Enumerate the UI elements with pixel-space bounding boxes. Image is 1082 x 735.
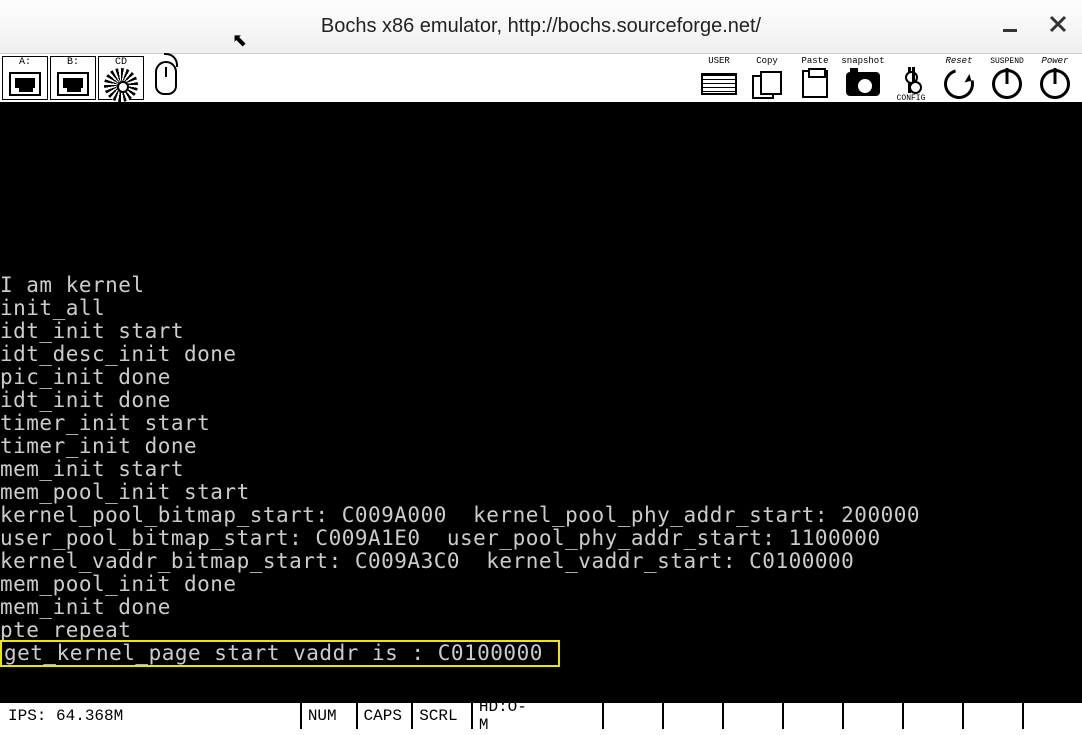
- config-label: CONFIG: [897, 93, 926, 104]
- drive-b-button[interactable]: B:: [50, 56, 96, 100]
- mouse-toggle-button[interactable]: [146, 56, 186, 100]
- camera-icon: [846, 72, 880, 96]
- status-scrl: SCRL: [411, 703, 471, 729]
- status-spacer: [782, 703, 842, 729]
- sliders-icon: [908, 67, 915, 93]
- suspend-button[interactable]: SUSPEND: [984, 56, 1030, 100]
- console-line: timer_init start: [0, 412, 1082, 435]
- drive-a-button[interactable]: A:: [2, 56, 48, 100]
- window-title: Bochs x86 emulator, http://bochs.sourcef…: [321, 15, 761, 38]
- cursor-icon: ⬉: [232, 30, 247, 51]
- console-line: mem_init done: [0, 596, 1082, 619]
- status-hd: HD:O-M: [471, 703, 542, 729]
- status-spacer: [842, 703, 902, 729]
- user-button[interactable]: USER: [696, 56, 742, 100]
- toolbar-right: USER Copy Paste snapshot CONFIG Reset SU…: [696, 54, 1078, 100]
- status-spacer: [542, 703, 602, 729]
- console-line: mem_pool_init start: [0, 481, 1082, 504]
- drive-b-label: B:: [67, 57, 79, 69]
- console-line: mem_pool_init done: [0, 573, 1082, 596]
- paste-label: Paste: [801, 56, 828, 67]
- console-line: init_all: [0, 297, 1082, 320]
- drive-cd-label: CD: [115, 57, 127, 68]
- toolbar: A: B: CD USER Copy Paste snapshot: [0, 54, 1082, 104]
- window-controls: [996, 10, 1072, 38]
- paste-button[interactable]: Paste: [792, 56, 838, 100]
- console-line: idt_init done: [0, 389, 1082, 412]
- console-line: I am kernel: [0, 274, 1082, 297]
- status-spacer: [902, 703, 962, 729]
- status-caps: CAPS: [356, 703, 412, 729]
- console-line-highlighted: get_kernel_page start vaddr is : C010000…: [0, 642, 1082, 667]
- status-num: NUM: [300, 703, 356, 729]
- status-spacer: [1022, 703, 1082, 729]
- console-line: idt_init start: [0, 320, 1082, 343]
- snapshot-label: snapshot: [841, 56, 884, 67]
- copy-icon: [752, 71, 782, 97]
- suspend-label: SUSPEND: [990, 56, 1024, 67]
- power-button[interactable]: Power: [1032, 56, 1078, 100]
- status-ips: IPS: 64.368M: [0, 703, 300, 729]
- cd-icon: [104, 68, 138, 102]
- power-label: Power: [1041, 56, 1068, 67]
- console-line: mem_init start: [0, 458, 1082, 481]
- status-spacers: [542, 703, 1082, 729]
- console-line: idt_desc_init done: [0, 343, 1082, 366]
- close-button[interactable]: [1044, 10, 1072, 38]
- console-line: pic_init done: [0, 366, 1082, 389]
- config-button[interactable]: CONFIG: [888, 56, 934, 100]
- reset-button[interactable]: Reset: [936, 56, 982, 100]
- status-bar: IPS: 64.368M NUM CAPS SCRL HD:O-M: [0, 701, 1082, 729]
- keyboard-icon: [701, 73, 737, 95]
- snapshot-button[interactable]: snapshot: [840, 56, 886, 100]
- reset-label: Reset: [945, 56, 972, 67]
- status-spacer: [602, 703, 662, 729]
- drive-cd-button[interactable]: CD: [98, 56, 144, 100]
- status-spacer: [662, 703, 722, 729]
- paste-icon: [802, 70, 828, 98]
- reset-icon: [939, 63, 980, 104]
- drive-a-label: A:: [19, 57, 31, 69]
- minimize-button[interactable]: [996, 10, 1024, 38]
- status-spacer: [962, 703, 1022, 729]
- user-label: USER: [708, 56, 730, 67]
- console-line: kernel_pool_bitmap_start: C009A000 kerne…: [0, 504, 1082, 527]
- mouse-icon: [155, 61, 177, 95]
- window-titlebar: ⬉ Bochs x86 emulator, http://bochs.sourc…: [0, 0, 1082, 54]
- console-line: pte repeat: [0, 619, 1082, 642]
- highlight-box: get_kernel_page start vaddr is : C010000…: [0, 640, 560, 667]
- console-output: I am kernelinit_allidt_init startidt_des…: [0, 104, 1082, 701]
- power-icon: [1040, 69, 1070, 99]
- floppy-icon: [9, 72, 41, 96]
- copy-button[interactable]: Copy: [744, 56, 790, 100]
- copy-label: Copy: [756, 56, 778, 67]
- console-line: timer_init done: [0, 435, 1082, 458]
- console-line: kernel_vaddr_bitmap_start: C009A3C0 kern…: [0, 550, 1082, 573]
- suspend-icon: [992, 69, 1022, 99]
- floppy-icon: [57, 72, 89, 96]
- console-line: user_pool_bitmap_start: C009A1E0 user_po…: [0, 527, 1082, 550]
- toolbar-left: A: B: CD: [0, 54, 186, 100]
- status-spacer: [722, 703, 782, 729]
